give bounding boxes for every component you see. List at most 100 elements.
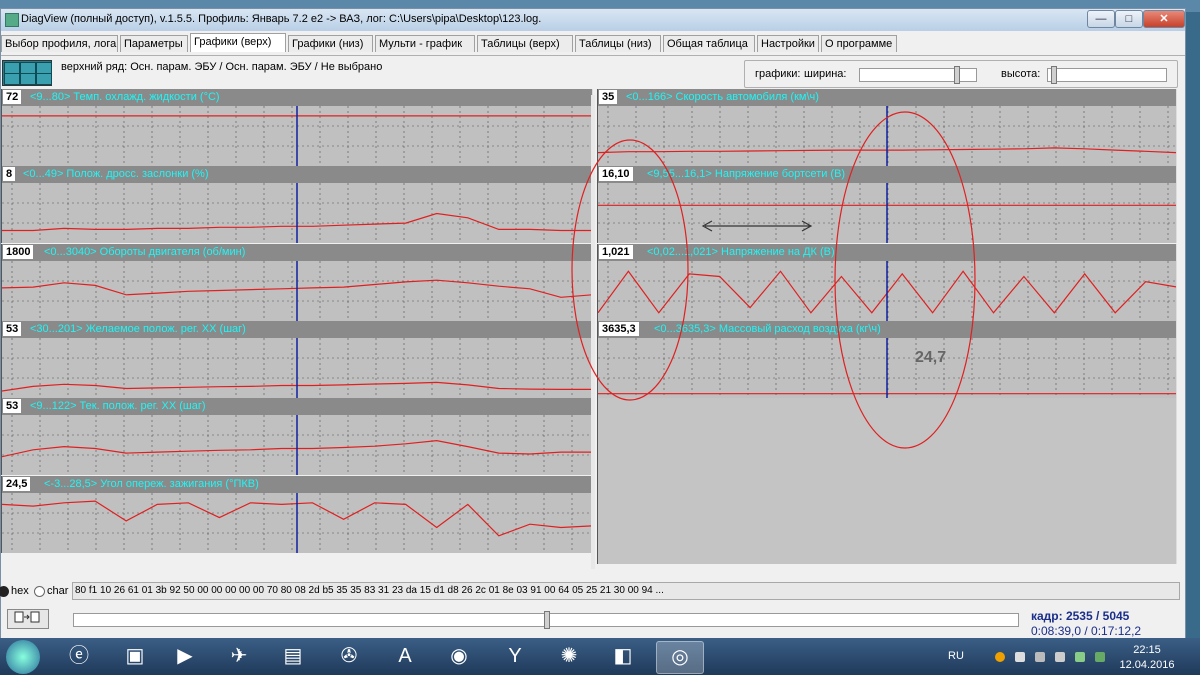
info-bar: верхний ряд: Осн. парам. ЭБУ / Осн. пара…: [1, 55, 1185, 92]
tray-flag-icon[interactable]: [1035, 652, 1045, 662]
width-slider[interactable]: [859, 66, 977, 84]
tab-4[interactable]: Графики (низ): [288, 35, 373, 52]
graph-current-value: 53: [3, 399, 22, 414]
explorer-icon[interactable]: ▣: [112, 641, 158, 672]
layout-grid-icon[interactable]: [2, 60, 52, 86]
height-slider[interactable]: [1047, 66, 1167, 84]
tray-battery-icon[interactable]: [1095, 652, 1105, 662]
ie-icon[interactable]: ⓔ: [56, 641, 102, 672]
hex-radio[interactable]: [0, 586, 9, 597]
export-button[interactable]: [7, 609, 49, 629]
tray-network-icon[interactable]: [1075, 652, 1085, 662]
graph-plot[interactable]: [598, 106, 1176, 166]
export-icon: [14, 611, 40, 623]
timeline-thumb[interactable]: [544, 611, 551, 629]
tab-5[interactable]: Мульти - график: [375, 35, 475, 52]
app-wheel-icon[interactable]: ✺: [546, 641, 592, 672]
graph-panel-left-4[interactable]: 53 <30...201> Желаемое полож. рег. ХХ (ша…: [1, 320, 593, 398]
tab-1[interactable]: Выбор профиля, лога: [1, 35, 118, 52]
graph-plot[interactable]: [598, 260, 1176, 321]
graph-panel-right-1[interactable]: 35 <0...166> Скорость автомобиля (км\ч): [597, 89, 1177, 166]
clock-time[interactable]: 22:15: [1127, 644, 1167, 656]
hex-dump: 80 f1 10 26 61 01 3b 92 50 00 00 00 00 0…: [72, 582, 1180, 600]
diagview-taskbar-icon[interactable]: ◎: [656, 641, 704, 674]
tab-10[interactable]: О программе: [821, 35, 897, 52]
timeline-slider[interactable]: [73, 611, 1019, 629]
graph-plot[interactable]: [2, 492, 592, 553]
graph-title: <0...3635,3> Массовый расход воздуха (кг…: [654, 322, 881, 335]
app-window: DiagView (полный доступ), v.1.5.5. Профи…: [0, 8, 1186, 640]
graph-title: <0...166> Скорость автомобиля (км\ч): [626, 91, 819, 103]
tray-app-icon[interactable]: [995, 652, 1005, 662]
graph-plot[interactable]: [598, 337, 1176, 398]
tab-3[interactable]: Графики (верх): [190, 33, 286, 52]
graph-title: <9...80> Темп. охлажд. жидкости (°C): [30, 91, 220, 103]
tab-2[interactable]: Параметры: [120, 35, 188, 52]
hex-label: hex: [11, 585, 29, 597]
graph-title: <9...122> Тек. полож. рег. ХХ (шаг): [30, 400, 206, 413]
clock-date[interactable]: 12.04.2016: [1115, 659, 1179, 671]
graph-panel-left-5[interactable]: 53 <9...122> Тек. полож. рег. ХХ (шаг): [1, 398, 593, 476]
width-slider-thumb[interactable]: [954, 66, 961, 84]
app-car-icon[interactable]: ✇: [326, 641, 372, 672]
graph-current-value: 1800: [3, 244, 34, 259]
yandex-icon[interactable]: Y: [492, 641, 538, 672]
graph-header: 3635,3 <0...3635,3> Массовый расход возду…: [598, 320, 1176, 338]
camera-app-icon[interactable]: ◧: [600, 641, 646, 672]
graph-panel-left-3[interactable]: 1800 <0...3040> Обороты двигателя (об/мин…: [1, 243, 593, 321]
graph-plot[interactable]: [2, 415, 592, 476]
app-bird-icon[interactable]: ✈: [216, 641, 262, 672]
graph-size-group: графики: ширина: высота:: [744, 60, 1178, 88]
char-radio[interactable]: [34, 586, 45, 597]
status-row: кадр: 2535 / 5045 0:08:39,0 / 0:17:12,2: [1, 605, 1185, 638]
language-indicator[interactable]: RU: [948, 650, 964, 662]
graph-current-value: 1,021: [599, 244, 633, 259]
graph-current-value: 24,5: [3, 476, 31, 491]
chrome-icon[interactable]: ◉: [436, 641, 482, 672]
graph-plot[interactable]: [2, 260, 592, 321]
graph-current-value: 53: [3, 321, 22, 336]
graph-plot[interactable]: [2, 183, 592, 244]
graph-plot[interactable]: [2, 106, 592, 166]
maximize-button[interactable]: □: [1115, 10, 1143, 28]
graph-panel-right-3[interactable]: 1,021 <0,02...1,021> Напряжение на ДК (В): [597, 243, 1177, 321]
graph-title: <30...201> Желаемое полож. рег. ХХ (шаг): [30, 322, 246, 335]
graph-header: 16,10 <9,55...16,1> Напряжение бортсети (…: [598, 166, 1176, 184]
title-bar: DiagView (полный доступ), v.1.5.5. Профи…: [1, 9, 1185, 31]
tab-8[interactable]: Общая таблица: [663, 35, 755, 52]
tab-9[interactable]: Настройки: [757, 35, 819, 52]
graph-plot[interactable]: [2, 337, 592, 398]
graphs-separator[interactable]: [591, 95, 595, 569]
tray-usb-icon[interactable]: [1015, 652, 1025, 662]
height-slider-thumb[interactable]: [1051, 66, 1058, 84]
graph-current-value: 16,10: [599, 167, 633, 182]
tray-volume-icon[interactable]: [1055, 652, 1065, 662]
minimize-button[interactable]: —: [1087, 10, 1115, 28]
app-box-icon[interactable]: ▤: [270, 641, 316, 672]
rows-info: верхний ряд: Осн. парам. ЭБУ / Осн. пара…: [61, 61, 383, 73]
tab-7[interactable]: Таблицы (низ): [575, 35, 661, 52]
window-title: DiagView (полный доступ), v.1.5.5. Профи…: [21, 13, 542, 25]
graph-title: <9,55...16,1> Напряжение бортсети (В): [647, 168, 846, 181]
width-label: ширина:: [804, 68, 847, 80]
graph-header: 35 <0...166> Скорость автомобиля (км\ч): [598, 89, 1176, 106]
close-button[interactable]: ✕: [1143, 10, 1185, 28]
char-label: char: [47, 585, 69, 597]
graph-plot[interactable]: [598, 183, 1176, 244]
tab-6[interactable]: Таблицы (верх): [477, 35, 573, 52]
graph-title: <0...3040> Обороты двигателя (об/мин): [44, 245, 246, 258]
start-button[interactable]: [6, 640, 40, 674]
graph-panel-left-6[interactable]: 24,5 <-3...28,5> Угол опереж. зажигания (…: [1, 475, 593, 553]
graph-panel-right-4[interactable]: 3635,3 <0...3635,3> Массовый расход возду…: [597, 320, 1177, 398]
media-player-icon[interactable]: ▶: [162, 641, 208, 672]
graph-header: 72 <9...80> Темп. охлажд. жидкости (°C): [2, 89, 592, 106]
graph-panel-left-1[interactable]: 72 <9...80> Темп. охлажд. жидкости (°C): [1, 89, 593, 166]
graphs-label: графики:: [755, 68, 801, 80]
graph-panel-left-2[interactable]: 8 <0...49> Полож. дросс. заслонки (%): [1, 166, 593, 244]
graph-current-value: 35: [599, 90, 618, 104]
graph-panel-right-2[interactable]: 16,10 <9,55...16,1> Напряжение бортсети (…: [597, 166, 1177, 244]
graph-current-value: 8: [3, 167, 16, 182]
app-a-icon[interactable]: A: [382, 641, 428, 672]
time-counter: 0:08:39,0 / 0:17:12,2: [1031, 624, 1142, 638]
graph-header: 8 <0...49> Полож. дросс. заслонки (%): [2, 166, 592, 184]
